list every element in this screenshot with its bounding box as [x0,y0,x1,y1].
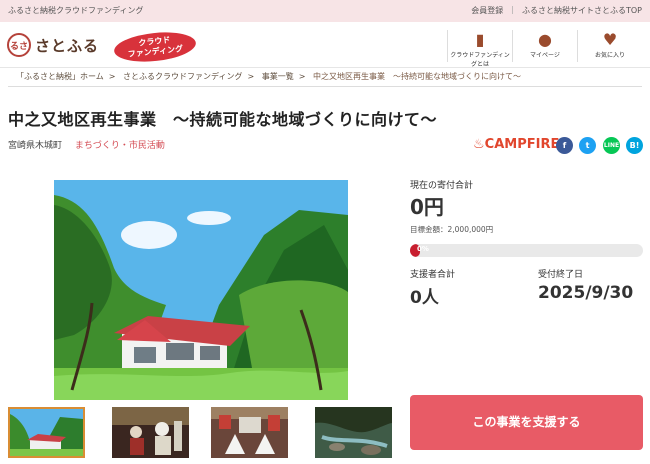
favorites-link[interactable]: ♥ お気に入り [577,30,642,62]
thumbnail-2[interactable] [112,407,189,458]
about-crowdfunding-link[interactable]: ▮ クラウドファンディングとは [447,30,512,68]
breadcrumb-separator: > [108,72,116,81]
header-navigation: ▮ クラウドファンディングとは ● マイページ ♥ お気に入り [447,30,642,68]
project-meta: 宮崎県木城町 まちづくり・市民活動 [8,138,165,151]
topbar-service-name: ふるさと納税クラウドファンディング [8,6,144,15]
mountain-house-photo [54,180,348,400]
mypage-link[interactable]: ● マイページ [512,30,577,62]
member-registration-link[interactable]: 会員登録 [471,5,503,16]
header: るさ さとふる クラウド ファンディング ▮ クラウドファンディングとは ● マ… [0,22,650,68]
project-category[interactable]: まちづくり・市民活動 [75,141,165,151]
user-icon: ● [538,30,552,49]
breadcrumb-separator: > [298,72,306,81]
mypage-label: マイページ [530,52,560,59]
satofull-logo[interactable]: るさ さとふる [7,33,99,57]
satofull-top-link[interactable]: ふるさと納税サイトさとふるTOP [522,5,642,16]
crowdfunding-badge[interactable]: クラウド ファンディング [112,28,198,66]
project-title: 中之又地区再生事業 ～持続可能な地域づくりに向けて～ [8,110,438,129]
image-thumbnail-list [8,407,392,459]
thumbnail-shrine-image [211,407,288,458]
facebook-share-icon[interactable]: f [556,137,573,154]
breadcrumb-separator: > [247,72,255,81]
line-share-icon[interactable]: LINE [603,137,620,154]
thumbnail-4[interactable] [315,407,392,458]
favorites-label: お気に入り [594,52,625,59]
supporters-count: 0人 [410,288,439,308]
campfire-text: CAMPFIRE [484,137,560,152]
support-project-button[interactable]: この事業を支援する [410,395,643,450]
funding-progress-text: 0% [417,245,429,253]
thumbnail-3[interactable] [211,407,288,458]
breadcrumb: 「ふるさと納税」ホーム > さとふるクラウドファンディング > 事業一覧 > 中之又地… [8,69,642,87]
breadcrumb-home[interactable]: 「ふるさと納税」ホーム [16,72,104,81]
hatena-share-icon[interactable]: B! [626,137,643,154]
breadcrumb-projects[interactable]: 事業一覧 [262,72,294,81]
deadline-label: 受付終了日 [538,270,584,280]
project-location: 宮崎県木城町 [8,141,63,151]
current-donation-amount: 0円 [410,195,444,219]
topbar-links: 会員登録 | ふるさと納税サイトさとふるTOP [471,5,642,16]
thumbnail-1[interactable] [8,407,85,458]
target-amount: 目標金額：2,000,000円 [410,225,494,234]
top-bar: ふるさと納税クラウドファンディング 会員登録 | ふるさと納税サイトさとふるTO… [0,0,650,22]
book-icon: ▮ [475,30,485,49]
logo-text: さとふる [35,36,100,55]
logo-mark: るさ [7,33,31,57]
funding-progress-bar [410,244,643,257]
thumbnail-event-image [112,407,189,458]
current-donation-label: 現在の寄付合計 [410,181,474,191]
thumbnail-house-image [10,409,83,456]
breadcrumb-crowdfunding[interactable]: さとふるクラウドファンディング [123,72,242,81]
topbar-separator: | [511,5,514,14]
project-main-image [54,180,348,400]
breadcrumb-current: 中之又地区再生事業 ～持続可能な地域づくりに向けて～ [312,72,521,81]
heart-icon: ♥ [602,30,618,49]
twitter-share-icon[interactable]: t [579,137,596,154]
campfire-logo[interactable]: ♨CAMPFIRE [473,137,559,152]
about-crowdfunding-label: クラウドファンディングとは [450,52,510,68]
deadline-date: 2025/9/30 [538,283,634,303]
supporters-label: 支援者合計 [410,270,456,280]
thumbnail-river-image [315,407,392,458]
